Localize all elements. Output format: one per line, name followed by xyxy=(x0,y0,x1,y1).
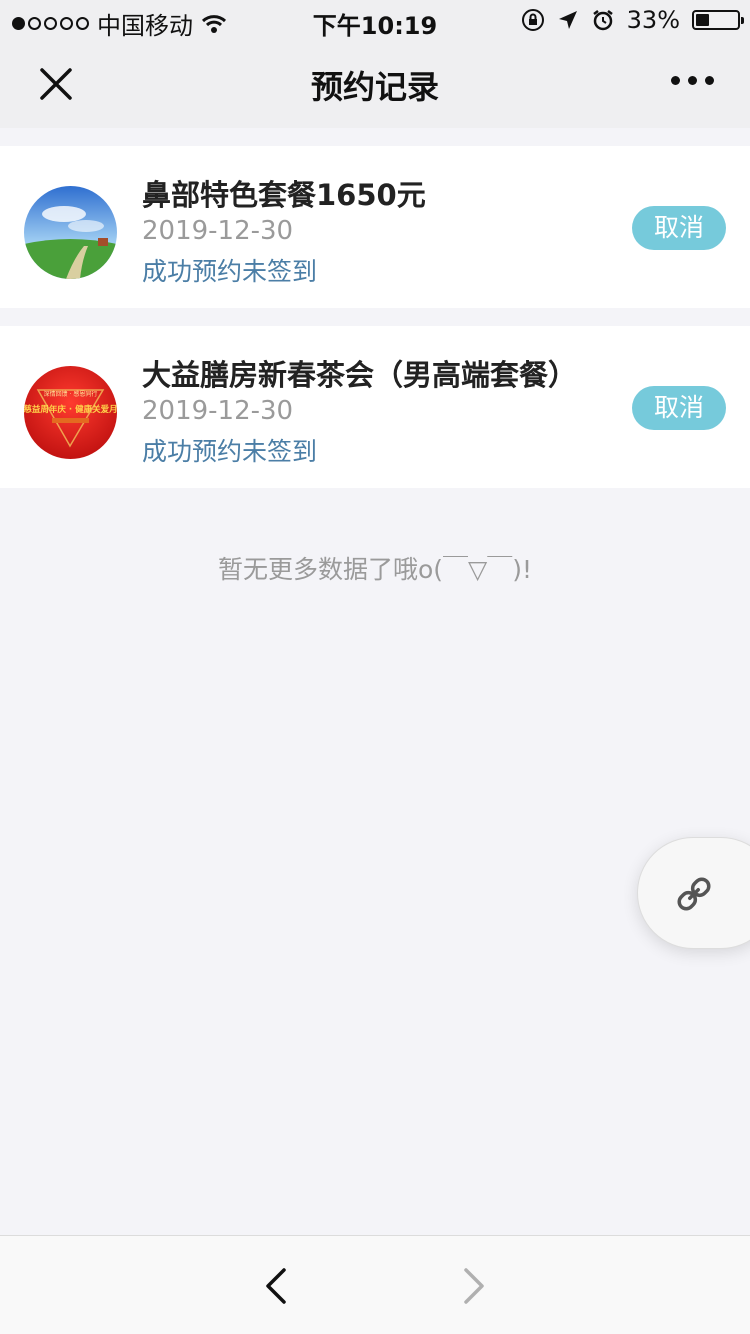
browser-toolbar xyxy=(0,1235,750,1334)
appointment-status: 成功预约未签到 xyxy=(142,437,318,466)
appointment-status: 成功预约未签到 xyxy=(142,257,318,286)
thumbnail-text-top: 深情回馈 · 感恩同行 xyxy=(44,390,98,398)
appointment-title: 鼻部特色套餐1650元 xyxy=(142,178,426,212)
alarm-icon xyxy=(592,10,613,31)
appointment-thumbnail xyxy=(24,186,117,279)
no-more-data-note: 暂无更多数据了哦o(￣▽￣)! xyxy=(217,555,533,584)
thumbnail-text-main: 慈益周年庆 · 健康关爱月 xyxy=(24,404,117,415)
page-title: 预约记录 xyxy=(310,68,439,106)
appointment-date: 2019-12-30 xyxy=(142,396,294,426)
nav-bar: 预约记录 xyxy=(0,40,750,128)
link-icon xyxy=(677,877,711,911)
location-arrow-icon xyxy=(558,11,577,29)
status-right: 33% xyxy=(521,6,744,34)
lock-rotation-icon xyxy=(521,9,544,31)
cancel-button[interactable]: 取消 xyxy=(632,206,726,250)
more-icon[interactable] xyxy=(671,76,714,85)
floating-link-button[interactable] xyxy=(637,837,750,949)
cancel-button[interactable]: 取消 xyxy=(632,386,726,430)
back-arrow-icon[interactable] xyxy=(262,1266,290,1306)
appointment-title: 大益膳房新春茶会（男高端套餐） xyxy=(142,358,578,392)
appointment-card[interactable]: 鼻部特色套餐1650元 2019-12-30 成功预约未签到 取消 xyxy=(0,146,750,308)
appointment-card[interactable]: 深情回馈 · 感恩同行 慈益周年庆 · 健康关爱月 大益膳房新春茶会（男高端套餐… xyxy=(0,326,750,488)
appointment-thumbnail: 深情回馈 · 感恩同行 慈益周年庆 · 健康关爱月 xyxy=(24,366,117,459)
battery-percent: 33% xyxy=(626,6,680,34)
status-bar: 中国移动 下午10:19 33% xyxy=(0,0,750,40)
battery-icon xyxy=(692,10,744,30)
appointment-date: 2019-12-30 xyxy=(142,216,294,246)
forward-arrow-icon[interactable] xyxy=(460,1266,488,1306)
